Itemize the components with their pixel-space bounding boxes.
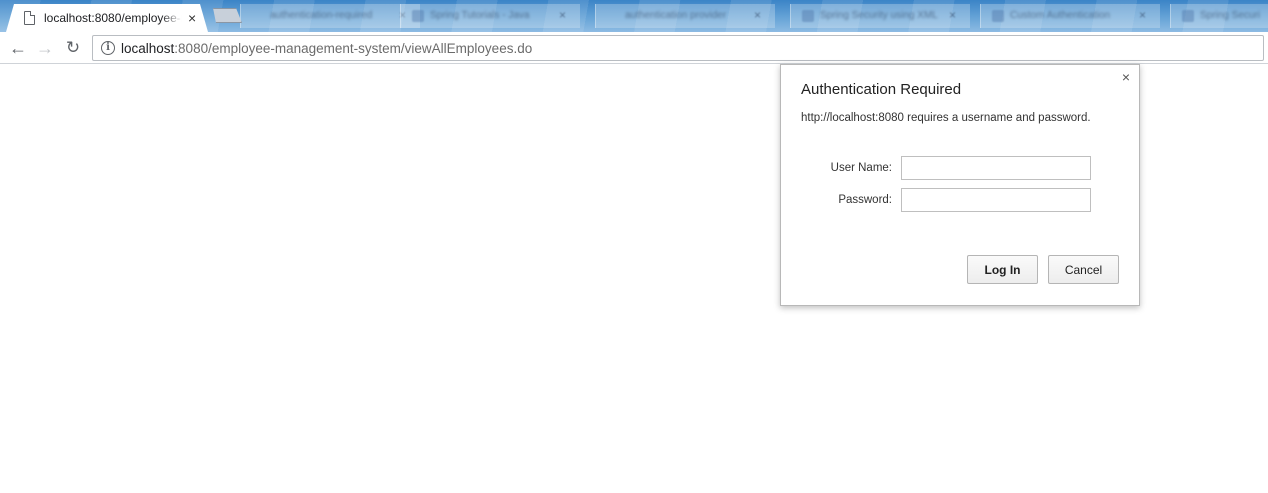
tab-close-icon[interactable]: × — [188, 10, 196, 26]
forward-arrow-icon[interactable]: → — [34, 37, 56, 59]
favicon-icon — [802, 10, 814, 22]
tab-title: Spring Tutorials - Java — [430, 10, 530, 21]
back-arrow-icon[interactable]: ← — [7, 37, 29, 59]
url-host: localhost — [121, 41, 175, 56]
address-bar[interactable]: i localhost:8080/employee-management-sys… — [92, 35, 1264, 61]
new-tab-shape — [210, 8, 242, 23]
tab-title: Spring Security using XML — [820, 10, 938, 21]
dialog-message: http://localhost:8080 requires a usernam… — [801, 112, 1091, 124]
tab-active[interactable]: localhost:8080/employee-management-syste… — [6, 4, 208, 32]
url-text[interactable]: localhost:8080/employee-management-syste… — [121, 41, 532, 56]
close-icon[interactable]: × — [1122, 70, 1130, 84]
browser-toolbar: ← → ↻ i localhost:8080/employee-manageme… — [0, 32, 1268, 64]
tab-title: authentication provider — [625, 10, 727, 21]
info-icon[interactable]: i — [101, 41, 115, 55]
password-field[interactable] — [901, 188, 1091, 212]
tab-background-1[interactable]: authentication-required × — [240, 4, 420, 28]
dialog-title: Authentication Required — [801, 81, 962, 98]
username-field[interactable] — [901, 156, 1091, 180]
favicon-icon — [992, 10, 1004, 22]
page-icon — [24, 11, 35, 25]
tab-background-3[interactable]: authentication provider × — [595, 4, 775, 28]
tab-strip: localhost:8080/employee-management-syste… — [0, 0, 1268, 32]
tab-background-2[interactable]: Spring Tutorials - Java × — [400, 4, 580, 28]
log-in-button[interactable]: Log In — [967, 255, 1038, 284]
reload-icon[interactable]: ↻ — [62, 37, 84, 59]
tab-title: Spring Security — [1200, 10, 1260, 21]
tab-background-4[interactable]: Spring Security using XML × — [790, 4, 970, 28]
auth-dialog: × Authentication Required http://localho… — [780, 64, 1140, 306]
favicon-icon — [412, 10, 424, 22]
cancel-button[interactable]: Cancel — [1048, 255, 1119, 284]
tab-background-5[interactable]: Custom Authentication × — [980, 4, 1160, 28]
tab-close-icon[interactable]: × — [559, 8, 566, 22]
tab-close-icon[interactable]: × — [754, 8, 761, 22]
tab-title: localhost:8080/employee-management-syste… — [44, 11, 182, 25]
password-label: Password: — [838, 194, 892, 206]
favicon-icon — [1182, 10, 1194, 22]
new-tab-button[interactable] — [210, 8, 242, 23]
tab-close-icon[interactable]: × — [1139, 8, 1146, 22]
tab-close-icon[interactable]: × — [949, 8, 956, 22]
username-label: User Name: — [830, 162, 892, 174]
tab-title: Custom Authentication — [1010, 10, 1111, 21]
tab-background-6[interactable]: Spring Security — [1170, 4, 1268, 28]
url-path: :8080/employee-management-system/viewAll… — [174, 41, 533, 56]
tab-title: authentication-required — [270, 10, 373, 21]
